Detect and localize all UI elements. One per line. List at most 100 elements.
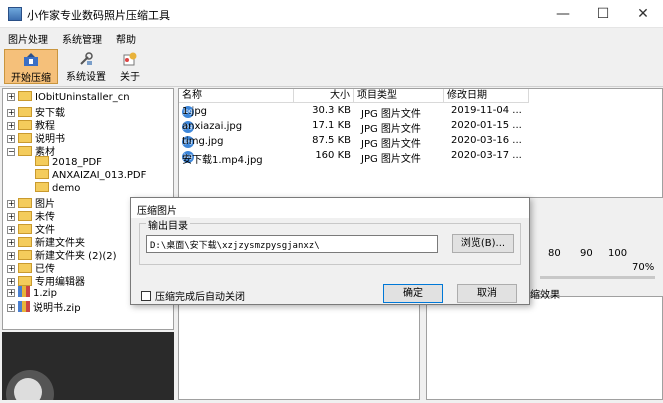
quality-tick: 80 bbox=[548, 248, 561, 259]
cancel-button[interactable]: 取消 bbox=[457, 284, 517, 303]
file-date: 2020-01-15 ... bbox=[451, 120, 522, 131]
expand-icon[interactable]: + bbox=[7, 239, 15, 247]
file-name: 安下载1.mp4.jpg bbox=[182, 155, 263, 166]
file-type: JPG 图片文件 bbox=[361, 124, 421, 135]
file-size: 30.3 KB bbox=[312, 105, 351, 116]
expand-icon[interactable]: + bbox=[7, 226, 15, 234]
expand-icon[interactable]: + bbox=[7, 200, 15, 208]
tree-item[interactable]: + 安下载 bbox=[7, 104, 65, 119]
tree-item[interactable]: + 新建文件夹 (2)(2) bbox=[7, 247, 117, 262]
folder-icon bbox=[18, 120, 32, 130]
tree-item[interactable]: demo bbox=[35, 182, 80, 195]
compressed-preview-pane bbox=[426, 296, 663, 400]
tree-item[interactable]: + 新建文件夹 bbox=[7, 234, 85, 249]
auto-close-checkbox[interactable]: 压缩完成后自动关闭 bbox=[141, 288, 245, 303]
tree-item[interactable]: 2018_PDF bbox=[35, 156, 102, 169]
column-header-name[interactable]: 名称 bbox=[179, 89, 294, 103]
compress-icon bbox=[24, 53, 38, 66]
file-name: timg.jpg bbox=[182, 136, 224, 147]
tree-item[interactable]: + 图片 bbox=[7, 195, 55, 210]
expand-icon[interactable]: + bbox=[7, 135, 15, 143]
file-name: anxiazai.jpg bbox=[182, 121, 243, 132]
tree-item[interactable]: + 未传 bbox=[7, 208, 55, 223]
image-preview bbox=[2, 332, 174, 403]
folder-icon bbox=[35, 169, 49, 179]
tree-item-label: ANXAIZAI_013.PDF bbox=[52, 170, 147, 181]
expand-icon[interactable]: + bbox=[7, 93, 15, 101]
file-row[interactable]: jpg timg.jpg 87.5 KB JPG 图片文件 2020-03-16 … bbox=[179, 134, 539, 150]
column-header-date[interactable]: 修改日期 bbox=[444, 89, 529, 103]
expand-icon[interactable]: + bbox=[7, 265, 15, 273]
folder-open-icon bbox=[18, 146, 32, 156]
file-type: JPG 图片文件 bbox=[361, 154, 421, 165]
quality-slider[interactable] bbox=[540, 276, 655, 279]
tree-item[interactable]: + 专用编辑器 bbox=[7, 273, 85, 288]
tree-item[interactable]: + 文件 bbox=[7, 221, 55, 236]
folder-icon bbox=[35, 182, 49, 192]
tree-item-label: 1.zip bbox=[33, 288, 57, 299]
tree-item-label: 2018_PDF bbox=[52, 157, 102, 168]
expand-icon[interactable]: + bbox=[7, 252, 15, 260]
file-size: 17.1 KB bbox=[312, 120, 351, 131]
maximize-button[interactable]: ☐ bbox=[583, 0, 623, 28]
folder-icon bbox=[35, 156, 49, 166]
tree-item-label: demo bbox=[52, 183, 81, 194]
app-icon bbox=[8, 7, 22, 21]
folder-icon bbox=[18, 107, 32, 117]
tree-item[interactable]: − 素材 bbox=[7, 143, 55, 158]
expand-icon[interactable]: + bbox=[7, 109, 15, 117]
folder-icon bbox=[18, 276, 32, 286]
minimize-button[interactable]: — bbox=[543, 0, 583, 28]
ok-button[interactable]: 确定 bbox=[383, 284, 443, 303]
tree-item[interactable]: + 说明书 bbox=[7, 130, 65, 145]
output-path-input[interactable]: D:\桌面\安下载\xzjzysmzpysgjanxz\ bbox=[146, 235, 438, 253]
compress-effect-label: 缩效果 bbox=[530, 290, 560, 301]
preview-image bbox=[6, 370, 54, 403]
tree-item[interactable]: ANXAIZAI_013.PDF bbox=[35, 169, 146, 182]
menu-system-management[interactable]: 系统管理 bbox=[62, 31, 102, 46]
window-title: 小作家专业数码照片压缩工具 bbox=[27, 9, 170, 22]
tree-item[interactable]: +1.zip bbox=[7, 286, 57, 299]
output-dir-group: 输出目录 D:\桌面\安下载\xzjzysmzpysgjanxz\ 浏览(B).… bbox=[139, 217, 521, 265]
quality-tick: 100 bbox=[608, 248, 628, 259]
folder-icon bbox=[18, 250, 32, 260]
system-settings-button[interactable]: 系统设置 bbox=[62, 49, 110, 84]
output-dir-label: 输出目录 bbox=[146, 217, 190, 232]
file-row[interactable]: jpg 安下载1.mp4.jpg 160 KB JPG 图片文件 2020-03-… bbox=[179, 149, 539, 166]
file-list[interactable]: 名称 大小 项目类型 修改日期 jpg 1.jpg 30.3 KB JPG 图片文… bbox=[178, 88, 663, 198]
column-header-type[interactable]: 项目类型 bbox=[354, 89, 444, 103]
folder-icon bbox=[18, 198, 32, 208]
about-label: 关于 bbox=[120, 72, 140, 83]
collapse-icon[interactable]: − bbox=[7, 148, 15, 156]
about-icon bbox=[123, 52, 137, 66]
tree-item[interactable]: + 教程 bbox=[7, 117, 55, 132]
expand-icon[interactable]: + bbox=[7, 289, 15, 297]
tree-item[interactable]: + IObitUninstaller_cn bbox=[7, 91, 130, 104]
column-header-size[interactable]: 大小 bbox=[294, 89, 354, 103]
file-name: 1.jpg bbox=[182, 106, 208, 117]
about-button[interactable]: 关于 bbox=[114, 49, 146, 84]
original-preview-pane bbox=[178, 296, 420, 400]
checkbox-box[interactable] bbox=[141, 291, 151, 301]
expand-icon[interactable]: + bbox=[7, 122, 15, 130]
file-row[interactable]: jpg 1.jpg 30.3 KB JPG 图片文件 2019-11-04 ... bbox=[179, 104, 539, 120]
start-compress-label: 开始压缩 bbox=[11, 73, 51, 84]
menu-help[interactable]: 帮助 bbox=[116, 31, 136, 46]
auto-close-label: 压缩完成后自动关闭 bbox=[155, 292, 245, 303]
browse-button[interactable]: 浏览(B)... bbox=[452, 234, 514, 253]
menu-image-processing[interactable]: 图片处理 bbox=[8, 31, 48, 46]
tree-item[interactable]: + 说明书.zip bbox=[7, 299, 81, 314]
expand-icon[interactable]: + bbox=[7, 213, 15, 221]
folder-icon bbox=[18, 133, 32, 143]
tree-item[interactable]: + 已传 bbox=[7, 260, 55, 275]
expand-icon[interactable]: + bbox=[7, 278, 15, 286]
dialog-title: 压缩图片 bbox=[131, 198, 529, 218]
system-settings-label: 系统设置 bbox=[66, 72, 106, 83]
file-size: 160 KB bbox=[315, 150, 351, 161]
expand-icon[interactable]: + bbox=[7, 304, 15, 312]
file-row[interactable]: jpg anxiazai.jpg 17.1 KB JPG 图片文件 2020-01… bbox=[179, 119, 539, 135]
close-button[interactable]: ✕ bbox=[623, 0, 663, 28]
zip-icon bbox=[18, 301, 30, 312]
quality-value: 70% bbox=[632, 262, 655, 273]
start-compress-button[interactable]: 开始压缩 bbox=[4, 49, 58, 84]
